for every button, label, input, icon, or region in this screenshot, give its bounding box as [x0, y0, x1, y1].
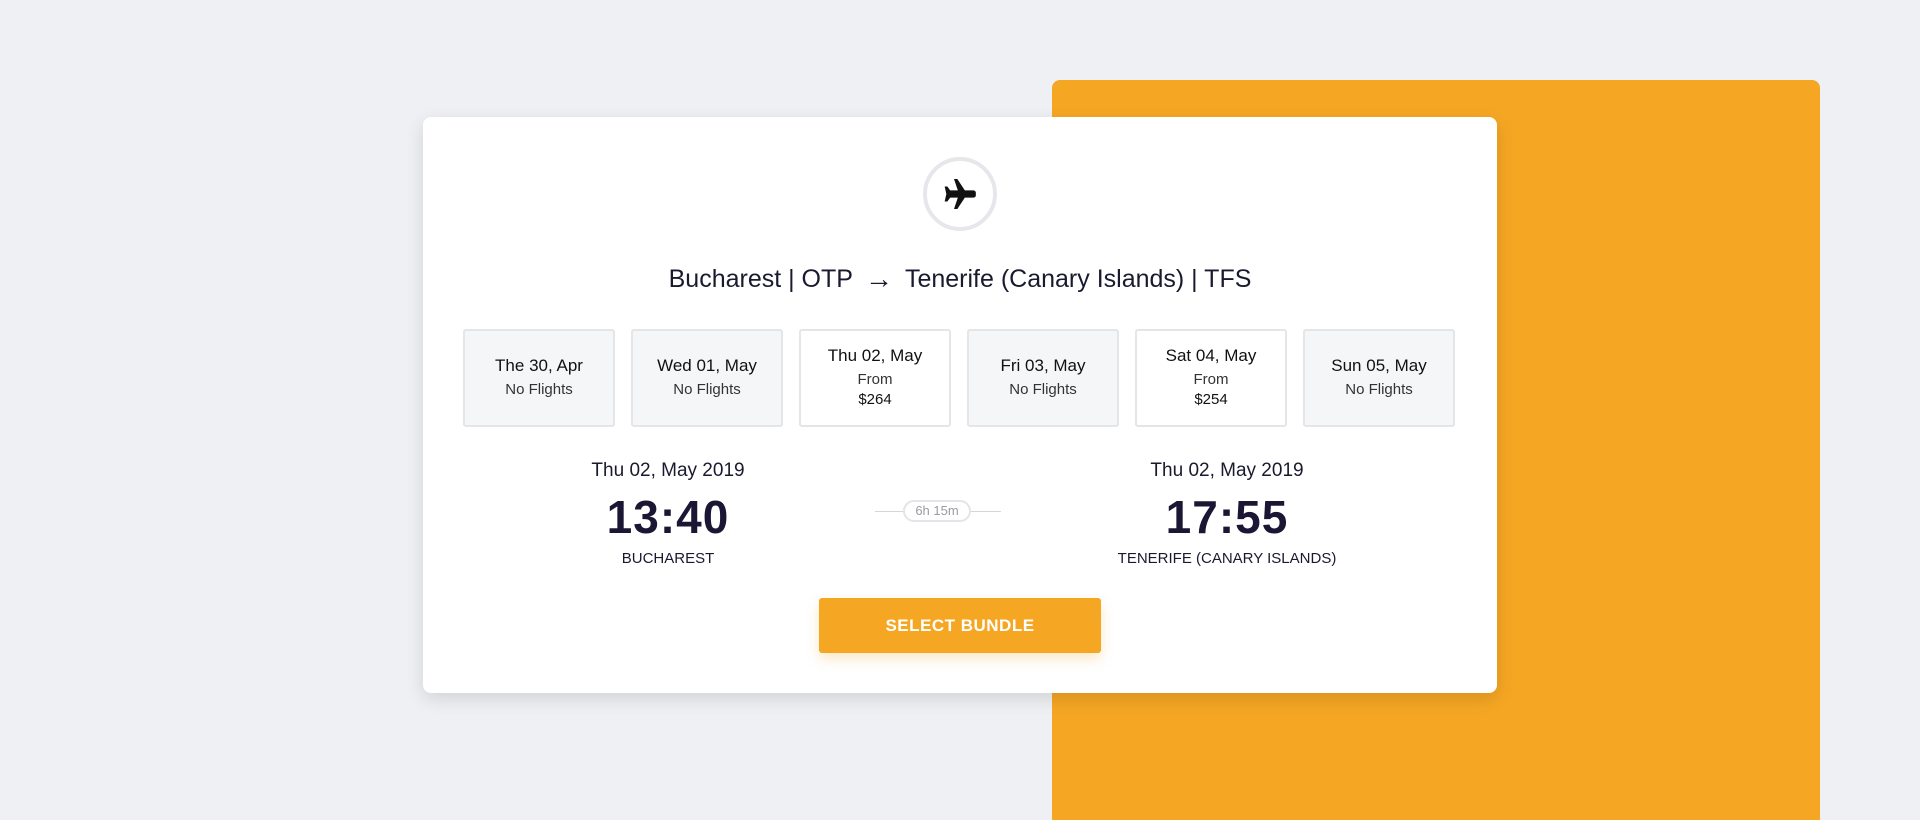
date-label: Sun 05, May	[1331, 356, 1427, 375]
select-bundle-button[interactable]: SELECT BUNDLE	[819, 598, 1101, 653]
date-status: From	[1193, 371, 1229, 388]
date-label: The 30, Apr	[495, 356, 583, 375]
arrival-date: Thu 02, May 2019	[1150, 460, 1304, 481]
departure-city: BUCHAREST	[621, 550, 715, 567]
airplane-badge	[923, 157, 997, 231]
date-tile[interactable]: Sat 04, May From $254	[1135, 329, 1287, 427]
flight-duration: 6h 15m	[875, 500, 1001, 524]
departure-info: Thu 02, May 2019 13:40 BUCHAREST	[548, 460, 788, 567]
date-tile[interactable]: Thu 02, May From $264	[799, 329, 951, 427]
date-label: Wed 01, May	[657, 356, 757, 375]
date-tile[interactable]: Wed 01, May No Flights	[631, 329, 783, 427]
departure-date: Thu 02, May 2019	[591, 460, 745, 481]
arrival-time: 17:55	[1165, 491, 1289, 543]
date-price: $254	[1194, 391, 1228, 408]
date-label: Sat 04, May	[1165, 346, 1257, 365]
route-arrow-icon: →	[864, 263, 893, 294]
date-price: $264	[858, 391, 892, 408]
route-title: Bucharest | OTP → Tenerife (Canary Islan…	[423, 263, 1497, 295]
date-label: Thu 02, May	[827, 346, 923, 365]
date-selector: The 30, Apr No Flights Wed 01, May No Fl…	[463, 329, 1455, 427]
date-label: Fri 03, May	[1000, 356, 1086, 375]
date-status: From	[857, 371, 893, 388]
arrival-city: TENERIFE (CANARY ISLANDS)	[1117, 550, 1337, 567]
route-destination: Tenerife (Canary Islands) | TFS	[904, 264, 1252, 293]
date-status: No Flights	[1345, 381, 1413, 398]
date-tile[interactable]: The 30, Apr No Flights	[463, 329, 615, 427]
date-status: No Flights	[1009, 381, 1077, 398]
flight-card: Bucharest | OTP → Tenerife (Canary Islan…	[423, 117, 1497, 693]
airplane-icon	[944, 179, 976, 209]
duration-pill: 6h 15m	[903, 500, 971, 522]
departure-time: 13:40	[606, 491, 730, 543]
route-origin: Bucharest | OTP	[668, 264, 853, 293]
date-tile[interactable]: Sun 05, May No Flights	[1303, 329, 1455, 427]
date-status: No Flights	[505, 381, 573, 398]
date-status: No Flights	[673, 381, 741, 398]
date-tile[interactable]: Fri 03, May No Flights	[967, 329, 1119, 427]
arrival-info: Thu 02, May 2019 17:55 TENERIFE (CANARY …	[1107, 460, 1347, 567]
